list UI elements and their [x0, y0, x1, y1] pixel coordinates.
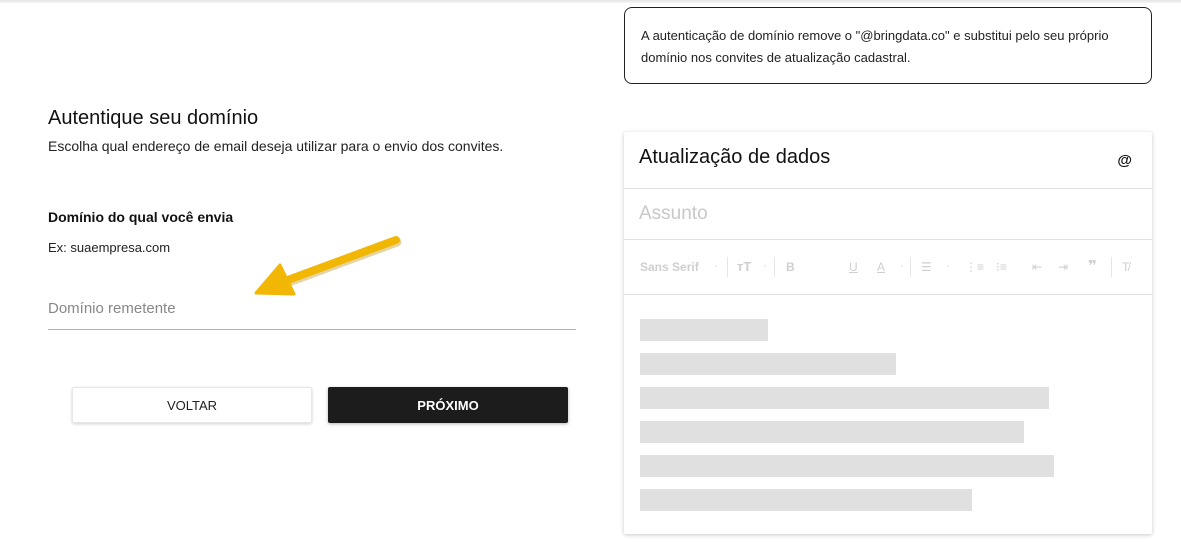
subject-input[interactable]: [639, 201, 1129, 227]
editor-toolbar: Sans Serif · ᴛT · B U A · ☰ · ⋮≡ ⁝≡ ⇤ ⇥ …: [624, 240, 1152, 295]
dropdown-dot-icon: ·: [900, 260, 904, 272]
placeholder-line: [640, 489, 972, 511]
numbered-list-icon[interactable]: ⋮≡: [965, 259, 984, 275]
toolbar-divider: [727, 257, 728, 277]
preview-header: Atualização de dados @: [624, 132, 1152, 189]
back-button[interactable]: VOLTAR: [72, 387, 312, 423]
bold-icon[interactable]: B: [786, 259, 795, 275]
toolbar-divider: [910, 257, 911, 277]
info-text: A autenticação de domínio remove o "@bri…: [641, 28, 1109, 65]
info-box: A autenticação de domínio remove o "@bri…: [624, 7, 1152, 84]
pointer-arrow-icon: [254, 236, 402, 296]
placeholder-line: [640, 455, 1054, 477]
bullet-list-icon[interactable]: ⁝≡: [996, 259, 1007, 275]
align-icon[interactable]: ☰: [921, 259, 932, 275]
domain-field-label: Domínio do qual você envia: [48, 209, 234, 225]
domain-field-example: Ex: suaempresa.com: [48, 240, 171, 255]
placeholder-line: [640, 319, 768, 341]
clear-format-icon[interactable]: T̸: [1122, 259, 1129, 275]
page-title: Autentique seu domínio: [48, 107, 259, 129]
indent-decrease-icon[interactable]: ⇤: [1032, 259, 1042, 275]
toolbar-divider: [774, 257, 775, 277]
at-sign-icon[interactable]: @: [1117, 152, 1132, 169]
indent-increase-icon[interactable]: ⇥: [1058, 259, 1068, 275]
top-shadow-divider: [0, 0, 1181, 3]
subject-row: [624, 189, 1152, 240]
placeholder-line: [640, 421, 1024, 443]
underline-icon[interactable]: U: [849, 259, 858, 275]
placeholder-line: [640, 387, 1049, 409]
text-size-icon[interactable]: ᴛT: [737, 259, 751, 275]
placeholder-line: [640, 353, 896, 375]
page-subtitle: Escolha qual endereço de email deseja ut…: [48, 138, 504, 154]
font-family-select[interactable]: Sans Serif: [640, 259, 699, 275]
quote-icon[interactable]: ❞: [1088, 259, 1097, 275]
email-preview-card: Atualização de dados @ Sans Serif · ᴛT ·…: [624, 132, 1152, 534]
dropdown-dot-icon: ·: [714, 260, 718, 272]
preview-title: Atualização de dados: [639, 146, 831, 168]
dropdown-dot-icon: ·: [946, 260, 950, 272]
dropdown-dot-icon: ·: [763, 260, 767, 272]
text-color-icon[interactable]: A: [877, 259, 885, 275]
toolbar-divider: [1111, 257, 1112, 277]
next-button[interactable]: PRÓXIMO: [328, 387, 568, 423]
